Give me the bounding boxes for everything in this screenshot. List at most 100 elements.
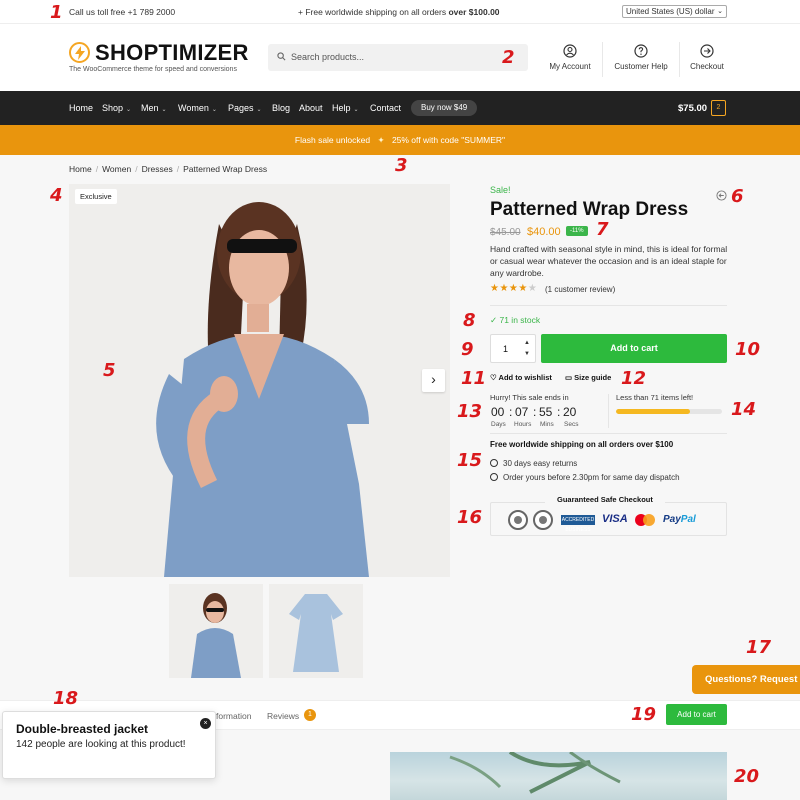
free-shipping-text: Free worldwide shipping on all orders ov… xyxy=(490,440,674,449)
decrement-icon[interactable]: ▼ xyxy=(524,351,530,357)
popup-text: 142 people are looking at this product! xyxy=(16,739,186,750)
star-empty-icon: ★ xyxy=(527,283,538,294)
close-icon[interactable]: × xyxy=(200,718,211,729)
countdown-label-days: Days xyxy=(491,421,506,428)
customer-help-link[interactable]: Customer Help xyxy=(611,44,671,71)
size-guide-label: Size guide xyxy=(574,373,612,382)
thumbnail-model-photo xyxy=(169,584,263,678)
nav-item-men-label: Men xyxy=(141,103,159,113)
thumbnail-dress[interactable] xyxy=(269,584,363,678)
questions-request-button[interactable]: Questions? Request xyxy=(692,665,800,694)
social-proof-popup[interactable]: Double-breasted jacket 142 people are lo… xyxy=(2,711,216,779)
nav-item-help[interactable]: Help ⌄ xyxy=(332,103,359,113)
nav-item-pages[interactable]: Pages ⌄ xyxy=(228,103,262,113)
quantity-stepper[interactable]: 1 ▲ ▼ xyxy=(490,334,536,363)
product-main-image[interactable] xyxy=(69,184,450,577)
nav-item-women[interactable]: Women ⌄ xyxy=(178,103,217,113)
sticky-add-to-cart-button[interactable]: Add to cart xyxy=(666,704,727,725)
cart-count-badge[interactable]: 2 xyxy=(711,100,726,116)
perk-returns-text: 30 days easy returns xyxy=(503,459,578,468)
perk-dispatch-text: Order yours before 2.30pm for same day d… xyxy=(503,473,680,482)
add-to-cart-button[interactable]: Add to cart xyxy=(541,334,727,363)
divider xyxy=(608,394,609,428)
main-nav: Home Shop ⌄ Men ⌄ Women ⌄ Pages ⌄ Blog About… xyxy=(0,91,800,125)
perk-dispatch: Order yours before 2.30pm for same day d… xyxy=(490,473,680,482)
reviews-link[interactable]: (1 customer review) xyxy=(545,285,615,294)
annotation-label: 9 xyxy=(461,339,474,360)
nav-item-pages-label: Pages xyxy=(228,103,254,113)
nav-item-shop[interactable]: Shop ⌄ xyxy=(102,103,131,113)
star-icon: ★★★★ xyxy=(490,283,528,294)
reviews-count-badge: 1 xyxy=(304,709,316,721)
breadcrumb-home[interactable]: Home xyxy=(69,164,92,174)
annotation-label: 14 xyxy=(731,399,757,420)
annotation-label: 13 xyxy=(457,401,483,422)
cart-total[interactable]: $75.00 xyxy=(678,103,707,114)
chevron-down-icon: ⌄ xyxy=(211,107,217,113)
customer-help-label: Customer Help xyxy=(614,62,668,71)
checkout-label: Checkout xyxy=(690,62,724,71)
heart-icon: ♡ xyxy=(490,373,499,382)
breadcrumb-separator: / xyxy=(95,164,99,174)
visa-icon: VISA xyxy=(602,513,628,525)
annotation-label: 20 xyxy=(734,766,760,787)
clock-icon xyxy=(490,473,498,481)
mastercard-icon xyxy=(643,514,655,526)
countdown-mins: 55 xyxy=(539,405,553,419)
increment-icon[interactable]: ▲ xyxy=(524,340,530,346)
stock-progress-bar xyxy=(616,409,722,414)
arrow-right-circle-icon xyxy=(700,44,714,58)
chevron-down-icon: ⌄ xyxy=(717,8,723,15)
chevron-right-icon: › xyxy=(431,371,436,387)
divider xyxy=(490,305,727,306)
next-image-button[interactable]: › xyxy=(422,369,445,392)
site-logo[interactable]: SHOPTIMIZER xyxy=(95,40,249,66)
checkout-link[interactable]: Checkout xyxy=(687,44,727,71)
countdown-heading: Hurry! This sale ends in xyxy=(490,393,569,402)
annotation-label: 15 xyxy=(457,450,483,471)
safe-checkout-title: Guaranteed Safe Checkout xyxy=(545,495,665,504)
product-page: Call us toll free +1 789 2000 + Free wor… xyxy=(0,0,800,800)
countdown-separator: : xyxy=(557,405,561,419)
annotation-label: 19 xyxy=(631,704,657,725)
stock-text: 71 in stock xyxy=(499,315,541,325)
breadcrumb-women[interactable]: Women xyxy=(102,164,131,174)
annotation-label: 4 xyxy=(50,185,63,206)
size-guide-link[interactable]: ▭ Size guide xyxy=(565,373,611,382)
currency-select[interactable]: United States (US) dollar ⌄ xyxy=(622,5,727,18)
countdown-label-mins: Mins xyxy=(540,421,554,428)
nav-item-about[interactable]: About xyxy=(299,103,323,113)
nav-item-men[interactable]: Men ⌄ xyxy=(141,103,167,113)
annotation-label: 12 xyxy=(621,368,647,389)
annotation-label: 10 xyxy=(735,339,761,360)
rating-stars[interactable]: ★★★★★ xyxy=(490,283,537,294)
back-arrow-icon[interactable] xyxy=(716,190,727,201)
phone-text: Call us toll free +1 789 2000 xyxy=(69,7,176,17)
annotation-label: 17 xyxy=(746,637,772,658)
flash-sale-banner: Flash sale unlocked ✦ 25% off with code … xyxy=(0,125,800,155)
nav-item-home[interactable]: Home xyxy=(69,103,93,113)
paypal-text-1: Pay xyxy=(663,514,681,525)
breadcrumb-dresses[interactable]: Dresses xyxy=(142,164,173,174)
my-account-link[interactable]: My Account xyxy=(546,44,594,71)
promo-code-text: 25% off with code "SUMMER" xyxy=(391,135,506,145)
perk-returns: 30 days easy returns xyxy=(490,459,577,468)
tab-reviews[interactable]: Reviews xyxy=(267,711,299,721)
secure-seal-icon xyxy=(508,510,528,530)
annotation-label: 16 xyxy=(457,507,483,528)
buy-now-button[interactable]: Buy now $49 xyxy=(411,100,478,116)
breadcrumb-separator: / xyxy=(135,164,138,174)
thumbnail-model[interactable] xyxy=(169,584,263,678)
nav-item-blog[interactable]: Blog xyxy=(272,103,290,113)
related-product-image[interactable] xyxy=(390,752,727,800)
search-input[interactable]: Search products... xyxy=(268,44,528,71)
logo-icon[interactable] xyxy=(69,42,90,63)
nav-item-contact[interactable]: Contact xyxy=(370,103,401,113)
add-to-wishlist-button[interactable]: ♡ Add to wishlist xyxy=(490,373,552,382)
flash-sale-text: Flash sale unlocked xyxy=(294,135,371,145)
tab-additional-information[interactable]: formation xyxy=(216,711,251,721)
quantity-value[interactable]: 1 xyxy=(503,344,508,354)
annotation-label: 8 xyxy=(463,310,476,331)
popup-title: Double-breasted jacket xyxy=(16,722,149,736)
header-divider xyxy=(679,42,680,77)
